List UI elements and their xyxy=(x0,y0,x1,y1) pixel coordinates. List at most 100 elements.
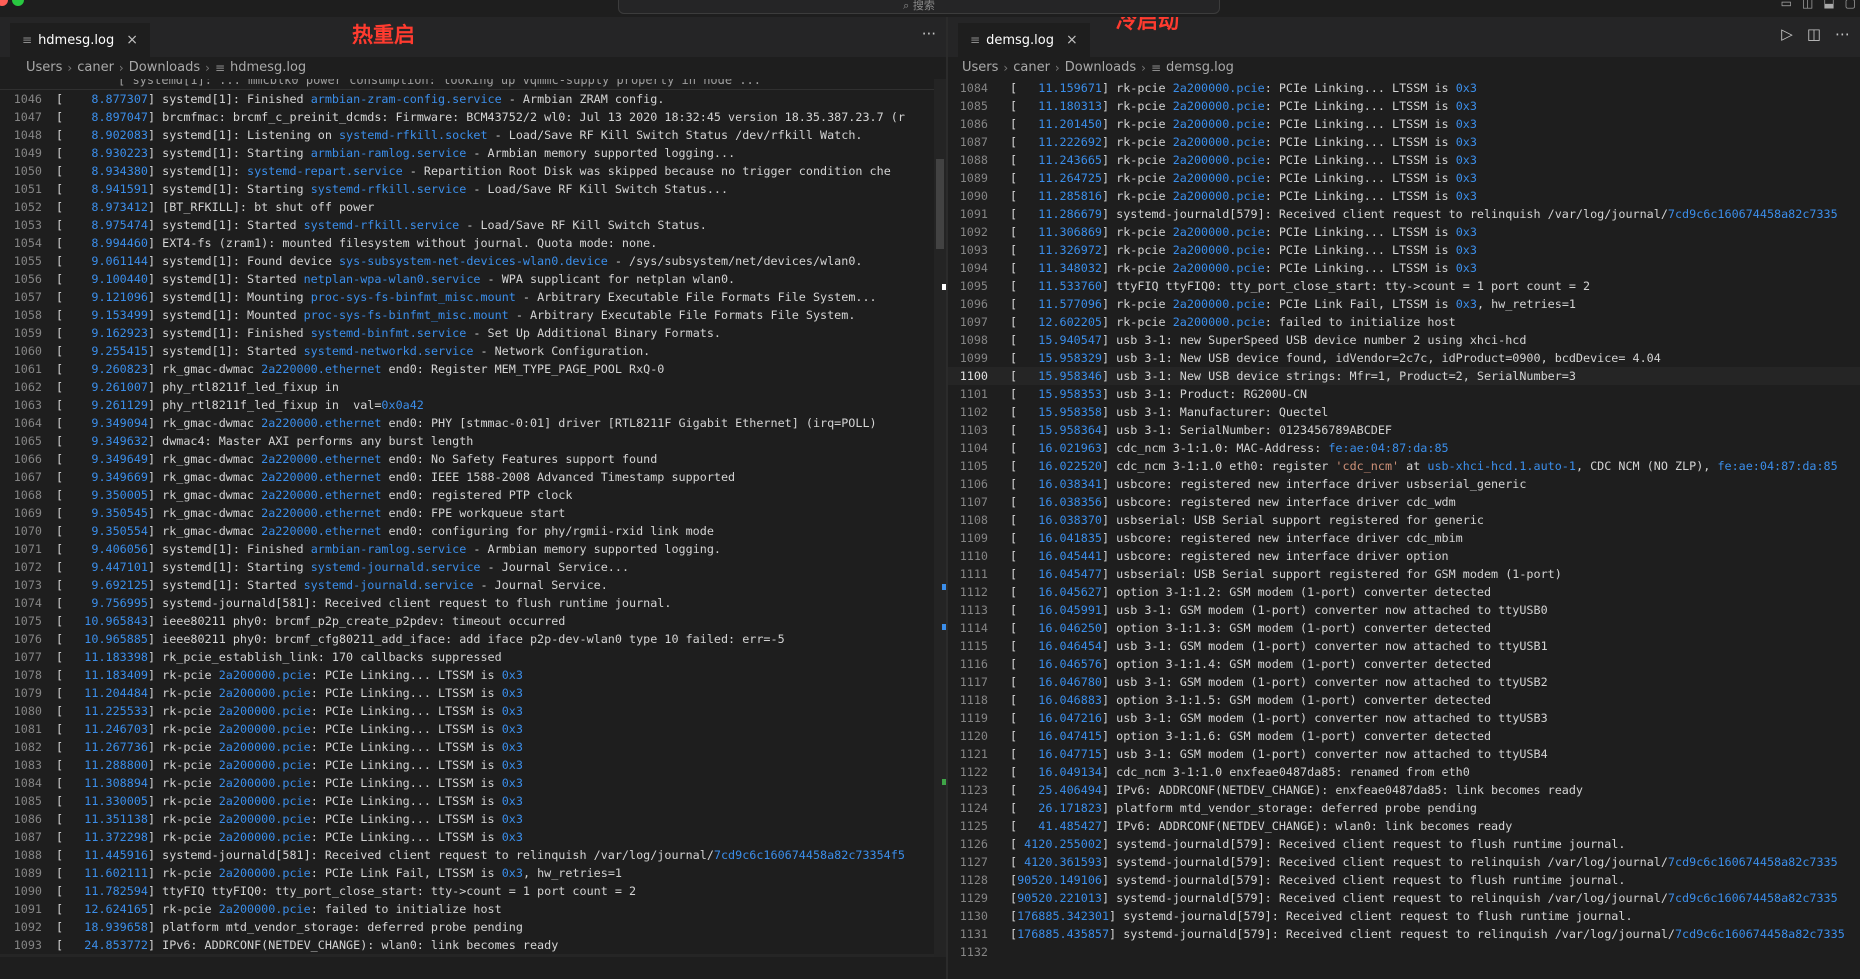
code-line[interactable]: 1097 [ 12.602205] rk-pcie 2a200000.pcie: … xyxy=(948,313,1860,331)
code-line[interactable]: 1129 [90520.221013] systemd-journald[579]… xyxy=(948,889,1860,907)
code-line[interactable]: 1098 [ 15.940547] usb 3-1: new SuperSpeed… xyxy=(948,331,1860,349)
code-line[interactable]: 1085 [ 11.180313] rk-pcie 2a200000.pcie: … xyxy=(948,97,1860,115)
breadcrumb-item[interactable]: caner xyxy=(1013,57,1050,79)
close-window-dot[interactable] xyxy=(0,0,8,6)
breadcrumb-item[interactable]: Users xyxy=(26,57,62,79)
code-line[interactable]: 1105 [ 16.022520] cdc_ncm 3-1:1.0 eth0: r… xyxy=(948,457,1860,475)
code-line[interactable]: 1056 [ 9.100440] systemd[1]: Started netp… xyxy=(0,270,946,288)
code-line[interactable]: 1089 [ 11.264725] rk-pcie 2a200000.pcie: … xyxy=(948,169,1860,187)
code-line[interactable]: 1064 [ 9.349094] rk_gmac-dwmac 2a220000.e… xyxy=(0,414,946,432)
code-line[interactable]: 1121 [ 16.047715] usb 3-1: GSM modem (1-p… xyxy=(948,745,1860,763)
run-icon[interactable]: ▷ xyxy=(1781,25,1793,43)
code-line[interactable]: 1087 [ 11.372298] rk-pcie 2a200000.pcie: … xyxy=(0,828,946,846)
code-line[interactable]: 1120 [ 16.047415] option 3-1:1.6: GSM mod… xyxy=(948,727,1860,745)
code-line[interactable]: 1128 [90520.149106] systemd-journald[579]… xyxy=(948,871,1860,889)
code-line[interactable]: 1059 [ 9.162923] systemd[1]: Finished sys… xyxy=(0,324,946,342)
code-line[interactable]: 1110 [ 16.045441] usbcore: registered new… xyxy=(948,547,1860,565)
code-line[interactable]: 1084 [ 11.308894] rk-pcie 2a200000.pcie: … xyxy=(0,774,946,792)
code-line[interactable]: 1075 [ 10.965843] ieee80211 phy0: brcmf_p… xyxy=(0,612,946,630)
code-line[interactable]: 1124 [ 26.171823] platform mtd_vendor_sto… xyxy=(948,799,1860,817)
code-line[interactable]: 1093 [ 11.326972] rk-pcie 2a200000.pcie: … xyxy=(948,241,1860,259)
code-line[interactable]: 1089 [ 11.602111] rk-pcie 2a200000.pcie: … xyxy=(0,864,946,882)
code-line[interactable]: 1118 [ 16.046883] option 3-1:1.5: GSM mod… xyxy=(948,691,1860,709)
code-line[interactable]: 1087 [ 11.222692] rk-pcie 2a200000.pcie: … xyxy=(948,133,1860,151)
breadcrumb-item[interactable]: Downloads xyxy=(1065,57,1136,79)
code-line[interactable]: 1094 [ 11.348032] rk-pcie 2a200000.pcie: … xyxy=(948,259,1860,277)
command-search-box[interactable]: ⌕ 搜索 xyxy=(618,0,1220,14)
code-line[interactable]: 1127 [ 4120.361593] systemd-journald[579]… xyxy=(948,853,1860,871)
code-line[interactable]: 1103 [ 15.958364] usb 3-1: SerialNumber: … xyxy=(948,421,1860,439)
code-line[interactable]: 1066 [ 9.349649] rk_gmac-dwmac 2a220000.e… xyxy=(0,450,946,468)
code-line[interactable]: 1101 [ 15.958353] usb 3-1: Product: RG200… xyxy=(948,385,1860,403)
code-line[interactable]: 1073 [ 9.692125] systemd[1]: Started syst… xyxy=(0,576,946,594)
code-line[interactable]: 1119 [ 16.047216] usb 3-1: GSM modem (1-p… xyxy=(948,709,1860,727)
code-editor[interactable]: 1084 [ 11.159671] rk-pcie 2a200000.pcie: … xyxy=(948,79,1860,957)
code-line[interactable]: 1094 xyxy=(0,954,946,957)
code-line[interactable]: 1063 [ 9.261129] phy_rtl8211f_led_fixup i… xyxy=(0,396,946,414)
code-line[interactable]: 1077 [ 11.183398] rk_pcie_establish_link:… xyxy=(0,648,946,666)
maximize-window-dot[interactable] xyxy=(12,0,24,6)
code-line[interactable]: 1132 xyxy=(948,943,1860,957)
code-line[interactable]: 1057 [ 9.121096] systemd[1]: Mounting pro… xyxy=(0,288,946,306)
breadcrumb-item[interactable]: hdmesg.log xyxy=(230,57,306,79)
tab-hdmesg[interactable]: ≡ hdmesg.log × xyxy=(10,23,150,57)
close-tab-icon[interactable]: × xyxy=(126,32,138,48)
code-line[interactable]: 1099 [ 15.958329] usb 3-1: New USB device… xyxy=(948,349,1860,367)
toggle-sidebar-icon[interactable]: ◫ xyxy=(1802,0,1813,10)
code-line[interactable]: 1050 [ 8.934380] systemd[1]: systemd-repa… xyxy=(0,162,946,180)
code-line[interactable]: 1079 [ 11.204484] rk-pcie 2a200000.pcie: … xyxy=(0,684,946,702)
code-line[interactable]: 1111 [ 16.045477] usbserial: USB Serial s… xyxy=(948,565,1860,583)
code-line[interactable]: 1058 [ 9.153499] systemd[1]: Mounted proc… xyxy=(0,306,946,324)
more-actions-icon[interactable]: ⋯ xyxy=(1835,25,1850,43)
code-line[interactable]: 1055 [ 9.061144] systemd[1]: Found device… xyxy=(0,252,946,270)
breadcrumb-item[interactable]: Users xyxy=(962,57,998,79)
code-line[interactable]: 1047 [ 8.897047] brcmfmac: brcmf_c_preini… xyxy=(0,108,946,126)
code-line[interactable]: 1122 [ 16.049134] cdc_ncm 3-1:1.0 enxfeae… xyxy=(948,763,1860,781)
code-line[interactable]: 1125 [ 41.485427] IPv6: ADDRCONF(NETDEV_C… xyxy=(948,817,1860,835)
code-line[interactable]: 1076 [ 10.965885] ieee80211 phy0: brcmf_c… xyxy=(0,630,946,648)
code-line[interactable]: 1071 [ 9.406056] systemd[1]: Finished arm… xyxy=(0,540,946,558)
code-line[interactable]: 1091 [ 11.286679] systemd-journald[579]: … xyxy=(948,205,1860,223)
code-line[interactable]: 1090 [ 11.285816] rk-pcie 2a200000.pcie: … xyxy=(948,187,1860,205)
code-line[interactable]: 1095 [ 11.533760] ttyFIQ ttyFIQ0: tty_por… xyxy=(948,277,1860,295)
code-editor[interactable]: [ systemd[1]: ... mmcblk0 power consumpt… xyxy=(0,79,946,957)
code-line[interactable]: 1114 [ 16.046250] option 3-1:1.3: GSM mod… xyxy=(948,619,1860,637)
breadcrumb-item[interactable]: Downloads xyxy=(129,57,200,79)
code-line[interactable]: 1048 [ 8.902083] systemd[1]: Listening on… xyxy=(0,126,946,144)
code-line[interactable]: 1086 [ 11.201450] rk-pcie 2a200000.pcie: … xyxy=(948,115,1860,133)
code-line[interactable]: 1123 [ 25.406494] IPv6: ADDRCONF(NETDEV_C… xyxy=(948,781,1860,799)
code-line[interactable]: 1062 [ 9.261007] phy_rtl8211f_led_fixup i… xyxy=(0,378,946,396)
code-line[interactable]: 1065 [ 9.349632] dwmac4: Master AXI perfo… xyxy=(0,432,946,450)
code-line[interactable]: 1113 [ 16.045991] usb 3-1: GSM modem (1-p… xyxy=(948,601,1860,619)
code-line[interactable]: 1080 [ 11.225533] rk-pcie 2a200000.pcie: … xyxy=(0,702,946,720)
code-line[interactable]: 1108 [ 16.038370] usbserial: USB Serial s… xyxy=(948,511,1860,529)
code-line[interactable]: 1052 [ 8.973412] [BT_RFKILL]: bt shut off… xyxy=(0,198,946,216)
code-line[interactable]: 1093 [ 24.853772] IPv6: ADDRCONF(NETDEV_C… xyxy=(0,936,946,954)
code-line[interactable]: 1053 [ 8.975474] systemd[1]: Started syst… xyxy=(0,216,946,234)
code-line[interactable]: 1130 [176885.342301] systemd-journald[579… xyxy=(948,907,1860,925)
code-line[interactable]: 1046 [ 8.877307] systemd[1]: Finished arm… xyxy=(0,90,946,108)
code-line[interactable]: 1078 [ 11.183409] rk-pcie 2a200000.pcie: … xyxy=(0,666,946,684)
code-line[interactable]: 1131 [176885.435857] systemd-journald[579… xyxy=(948,925,1860,943)
code-line[interactable]: 1100 [ 15.958346] usb 3-1: New USB device… xyxy=(948,367,1860,385)
breadcrumb-item[interactable]: caner xyxy=(77,57,114,79)
vertical-scrollbar[interactable] xyxy=(934,79,946,957)
code-line[interactable]: 1081 [ 11.246703] rk-pcie 2a200000.pcie: … xyxy=(0,720,946,738)
code-line[interactable]: 1068 [ 9.350005] rk_gmac-dwmac 2a220000.e… xyxy=(0,486,946,504)
code-line[interactable]: 1106 [ 16.038341] usbcore: registered new… xyxy=(948,475,1860,493)
code-line[interactable]: 1083 [ 11.288800] rk-pcie 2a200000.pcie: … xyxy=(0,756,946,774)
layout-panel-icon[interactable]: ▭ xyxy=(1781,0,1792,10)
code-line[interactable]: 1091 [ 12.624165] rk-pcie 2a200000.pcie: … xyxy=(0,900,946,918)
code-line[interactable]: 1104 [ 16.021963] cdc_ncm 3-1:1.0: MAC-Ad… xyxy=(948,439,1860,457)
code-line[interactable]: 1117 [ 16.046780] usb 3-1: GSM modem (1-p… xyxy=(948,673,1860,691)
code-line[interactable]: 1115 [ 16.046454] usb 3-1: GSM modem (1-p… xyxy=(948,637,1860,655)
code-line[interactable]: 1051 [ 8.941591] systemd[1]: Starting sys… xyxy=(0,180,946,198)
code-line[interactable]: 1102 [ 15.958358] usb 3-1: Manufacturer: … xyxy=(948,403,1860,421)
code-line[interactable]: 1067 [ 9.349669] rk_gmac-dwmac 2a220000.e… xyxy=(0,468,946,486)
code-line[interactable]: 1061 [ 9.260823] rk_gmac-dwmac 2a220000.e… xyxy=(0,360,946,378)
customize-layout-icon[interactable]: ▢ xyxy=(1845,0,1856,10)
code-line[interactable]: 1049 [ 8.930223] systemd[1]: Starting arm… xyxy=(0,144,946,162)
split-editor-icon[interactable]: ◫ xyxy=(1807,25,1821,43)
tab-demsg[interactable]: ≡ demsg.log × xyxy=(958,23,1090,57)
scrollbar-thumb[interactable] xyxy=(936,159,944,249)
